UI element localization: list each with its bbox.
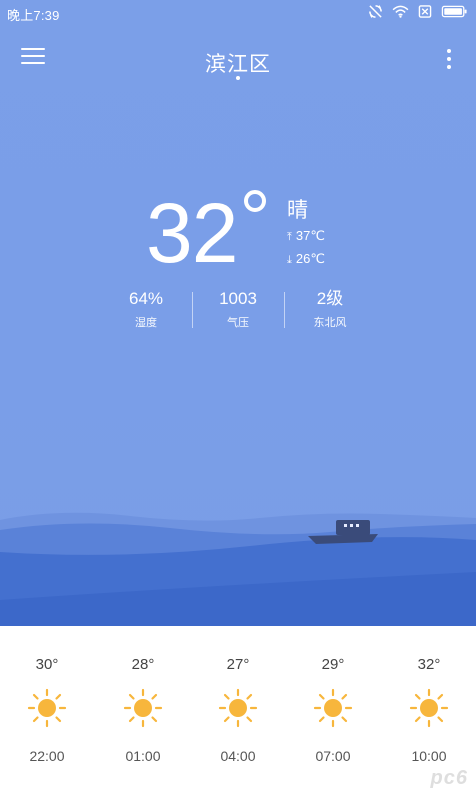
no-sim-icon: [418, 5, 432, 18]
status-time: 晚上7:39: [7, 8, 60, 23]
pressure-label: 气压: [227, 317, 249, 329]
stat-pressure: 1003 气压: [192, 288, 284, 332]
current-temperature: 32: [146, 186, 238, 280]
humidity-value: 64%: [128, 289, 164, 308]
arrow-up-icon: ⤒: [287, 231, 292, 243]
forecast-temperature: 29°: [321, 656, 345, 673]
forecast-temperature: 27°: [226, 656, 250, 673]
forecast-time: 04:00: [220, 748, 256, 764]
high-temperature: ⤒ 37℃: [287, 228, 325, 244]
battery-icon: [441, 5, 467, 18]
sea-waves: [0, 512, 476, 626]
wind-value: 2级: [316, 289, 344, 308]
more-vert-icon[interactable]: [446, 49, 452, 71]
forecast-time: 07:00: [315, 748, 351, 764]
sun-icon: [123, 688, 163, 728]
pressure-value: 1003: [219, 289, 257, 308]
arrow-down-icon: ⤓: [287, 254, 292, 266]
wind-label: 东北风: [313, 317, 347, 329]
degree-symbol: [244, 190, 266, 212]
sun-icon: [313, 688, 353, 728]
weather-background: 晚上7:39 滨江区 32 晴 ⤒ 37℃ ⤓ 26℃ 64% 湿度 1003 …: [0, 0, 476, 626]
watermark-logo: pc6: [430, 767, 468, 789]
stat-humidity: 64% 湿度: [100, 288, 192, 332]
page-indicator-dot: [236, 76, 240, 80]
sync-off-icon: [369, 4, 382, 19]
high-temperature-value: 37℃: [295, 228, 325, 243]
sun-icon: [27, 688, 67, 728]
city-name[interactable]: 滨江区: [0, 48, 476, 78]
low-temperature: ⤓ 26℃: [287, 251, 325, 267]
hourly-forecast: 30° 22:00 28° 01:00 27° 04:00 29° 07:00 …: [0, 626, 476, 796]
weather-condition: 晴: [287, 199, 308, 222]
forecast-time: 22:00: [29, 748, 65, 764]
weather-stats: 64% 湿度 1003 气压 2级 东北风: [100, 288, 376, 332]
sun-icon: [218, 688, 258, 728]
forecast-temperature: 28°: [131, 656, 155, 673]
forecast-time: 01:00: [125, 748, 161, 764]
stat-wind: 2级 东北风: [284, 288, 376, 332]
status-icons: [368, 4, 468, 19]
low-temperature-value: 26℃: [295, 251, 325, 266]
top-bar: 滨江区: [0, 40, 476, 80]
status-bar: 晚上7:39: [0, 0, 476, 26]
wifi-icon: [392, 5, 409, 18]
humidity-label: 湿度: [135, 317, 157, 329]
forecast-time: 10:00: [411, 748, 447, 764]
sun-icon: [409, 688, 449, 728]
forecast-temperature: 30°: [35, 656, 59, 673]
forecast-temperature: 32°: [417, 656, 441, 673]
